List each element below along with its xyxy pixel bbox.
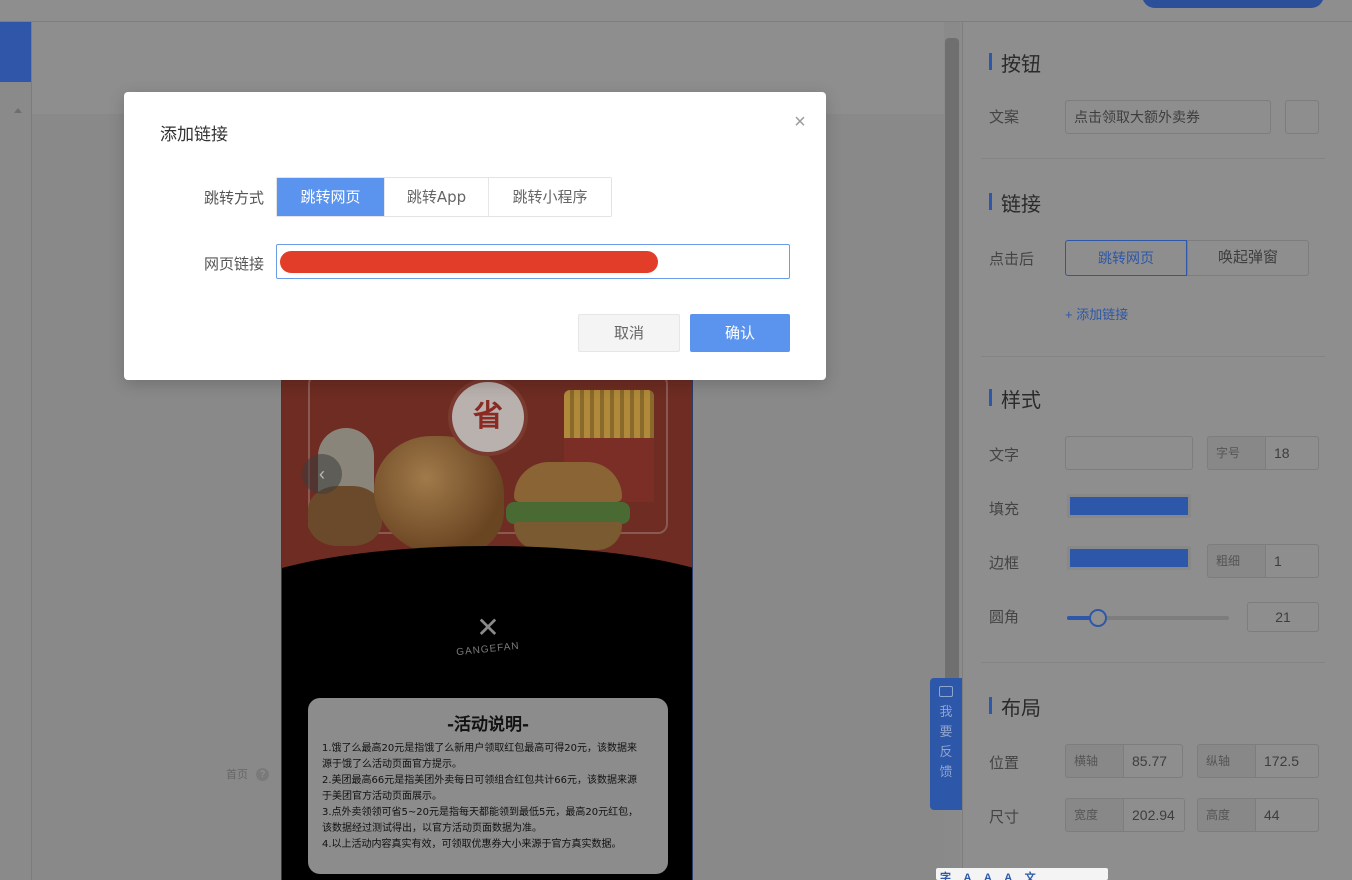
section-title-button: 按钮 [989, 48, 1041, 77]
page-note: 首页 [226, 769, 248, 781]
jump-option-webpage[interactable]: 跳转网页 [277, 178, 385, 216]
divider [981, 356, 1325, 357]
toolbar-item[interactable]: A [1004, 872, 1012, 880]
border-width-input[interactable]: 1 [1265, 544, 1319, 578]
jump-type-label: 跳转方式 [203, 189, 264, 207]
fill-color-picker[interactable] [1067, 494, 1191, 518]
width-input[interactable]: 202.94 [1123, 798, 1185, 832]
burger-bun-image [514, 462, 622, 502]
activity-line: 4.以上活动内容真实有效，可领取优惠券大小来源于官方真实数据。 [322, 839, 622, 850]
activity-title: -活动说明- [446, 715, 530, 735]
y-axis-input[interactable]: 172.5 [1255, 744, 1319, 778]
jump-option-miniprogram[interactable]: 跳转小程序 [489, 178, 611, 216]
help-icon[interactable]: ? [256, 768, 269, 781]
activity-card: -活动说明- 1.饿了么最高20元是指饿了么新用户领取红包最高可得20元，该数据… [308, 698, 668, 874]
confirm-button[interactable]: 确认 [690, 314, 790, 352]
bottom-toolbar: 字 A A A 文 [936, 868, 1108, 880]
fill-label: 填充 [989, 500, 1020, 518]
url-label: 网页链接 [203, 255, 264, 273]
size-label: 尺寸 [989, 808, 1020, 826]
activity-line: 于美团官方活动页面展示。 [322, 791, 442, 802]
saver-badge: 省 [448, 378, 528, 456]
radius-label: 圆角 [989, 608, 1020, 626]
poster-banner: 省 ‹ [282, 378, 692, 574]
section-title-layout: 布局 [989, 692, 1041, 721]
section-title-style: 样式 [989, 384, 1041, 413]
radius-slider-handle[interactable] [1089, 609, 1107, 627]
after-click-label: 点击后 [989, 250, 1035, 268]
font-size-input[interactable]: 18 [1265, 436, 1319, 470]
width-label: 宽度 [1065, 798, 1123, 832]
link-option-webpage[interactable]: 跳转网页 [1065, 240, 1187, 276]
border-width-label: 粗细 [1207, 544, 1265, 578]
divider [981, 158, 1325, 159]
copy-label: 文案 [989, 108, 1020, 126]
font-size-label: 字号 [1207, 436, 1265, 470]
phone-preview: 省 ‹ ✕ GANGEFAN -活动说明- 1.饿了么最高20元是指饿了么新用户… [281, 378, 693, 880]
collapse-up-icon[interactable] [14, 108, 22, 113]
copy-input[interactable]: 点击领取大额外卖券 [1065, 100, 1271, 134]
activity-line: 2.美团最高66元是指美团外卖每日可领组合红包共计66元，该数据来源 [322, 775, 637, 786]
add-link-button[interactable]: + 添加链接 [1065, 304, 1128, 323]
jump-option-app[interactable]: 跳转App [385, 178, 489, 216]
activity-line: 该数据经过测试得出，以官方活动页面数据为准。 [322, 823, 542, 834]
dialog-title: 添加链接 [160, 125, 228, 145]
toolbar-item[interactable]: 字 [940, 872, 951, 880]
cup-image [308, 486, 382, 546]
toolbar-item[interactable]: 文 [1025, 872, 1036, 880]
x-axis-label: 横轴 [1065, 744, 1123, 778]
add-link-dialog: 添加链接 × 跳转方式 跳转网页 跳转App 跳转小程序 网页链接 取消 确认 [124, 92, 826, 380]
section-title-link: 链接 [989, 188, 1041, 217]
height-input[interactable]: 44 [1255, 798, 1319, 832]
left-rail-active-item[interactable] [0, 22, 31, 82]
radius-input[interactable]: 21 [1247, 602, 1319, 632]
chevron-left-icon[interactable]: ‹ [302, 454, 342, 494]
copy-color-picker[interactable] [1285, 100, 1319, 134]
jump-type-group: 跳转网页 跳转App 跳转小程序 [276, 177, 612, 217]
left-rail [0, 22, 32, 880]
activity-line: 3.点外卖领领可省5~20元是指每天都能领到最低5元，最高20元红包， [322, 807, 639, 818]
feedback-tab[interactable]: 我要反馈 [930, 678, 962, 810]
divider [981, 662, 1325, 663]
fork-knife-icon: ✕ [476, 611, 500, 644]
cancel-button[interactable]: 取消 [578, 314, 680, 352]
feedback-text: 我要反馈 [939, 705, 953, 780]
property-panel: 按钮 文案 点击领取大额外卖券 链接 点击后 跳转网页 唤起弹窗 + 添加链接 … [962, 22, 1352, 880]
toolbar-item[interactable]: A [984, 872, 992, 880]
burger-filling-image [506, 502, 630, 524]
y-axis-label: 纵轴 [1197, 744, 1255, 778]
border-color-picker[interactable] [1067, 546, 1191, 570]
x-axis-input[interactable]: 85.77 [1123, 744, 1183, 778]
activity-line: 1.饿了么最高20元是指饿了么新用户领取红包最高可得20元，该数据来 [322, 743, 637, 754]
text-label: 文字 [989, 446, 1020, 464]
top-bar [0, 0, 1352, 22]
border-label: 边框 [989, 554, 1020, 572]
publish-button[interactable] [1142, 0, 1324, 8]
redaction-overlay [280, 251, 658, 273]
link-option-popup[interactable]: 唤起弹窗 [1187, 240, 1309, 276]
toolbar-item[interactable]: A [963, 872, 971, 880]
activity-line: 源于饿了么活动页面官方提示。 [322, 759, 462, 770]
close-icon[interactable]: × [790, 112, 810, 132]
message-icon [939, 686, 953, 697]
text-color-picker[interactable] [1065, 436, 1193, 470]
position-label: 位置 [989, 754, 1020, 772]
height-label: 高度 [1197, 798, 1255, 832]
canvas-scrollbar-thumb[interactable] [945, 38, 959, 698]
